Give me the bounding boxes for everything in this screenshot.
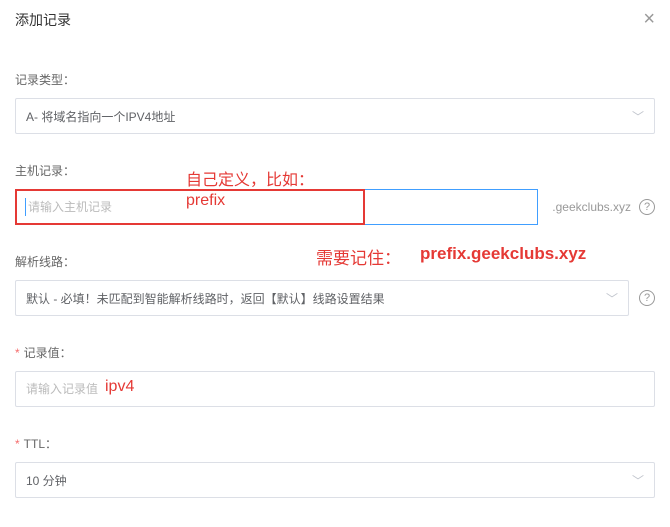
route-label: 解析线路： (15, 253, 655, 270)
record-value-input[interactable] (15, 371, 655, 407)
help-icon[interactable]: ? (639, 199, 655, 215)
chevron-down-icon: ﹀ (632, 472, 644, 489)
ttl-label: TTL： (15, 435, 655, 452)
route-select[interactable]: 默认 - 必填！未匹配到智能解析线路时，返回【默认】线路设置结果 ﹀ (15, 280, 629, 316)
ttl-select[interactable]: 10 分钟 ﹀ (15, 462, 655, 498)
chevron-down-icon: ﹀ (606, 290, 618, 307)
route-row: 默认 - 必填！未匹配到智能解析线路时，返回【默认】线路设置结果 ﹀ ? (15, 280, 655, 316)
dialog-header: 添加记录 × (15, 8, 655, 43)
ttl-value: 10 分钟 (26, 472, 67, 489)
record-type-value: A- 将域名指向一个IPV4地址 (26, 108, 175, 125)
chevron-down-icon: ﹀ (632, 108, 644, 125)
host-record-label: 主机记录： (15, 162, 655, 179)
close-icon[interactable]: × (643, 8, 655, 31)
host-record-row: .geekclubs.xyz ? (15, 189, 655, 225)
record-value-label: 记录值： (15, 344, 655, 361)
host-record-input-wrap (15, 189, 365, 225)
record-value-section: 记录值： (15, 344, 655, 407)
host-record-section: 主机记录： .geekclubs.xyz ? (15, 162, 655, 225)
host-record-input[interactable] (28, 200, 355, 214)
record-type-section: 记录类型： A- 将域名指向一个IPV4地址 ﹀ (15, 71, 655, 134)
host-record-suffix: .geekclubs.xyz (552, 200, 631, 214)
record-type-select[interactable]: A- 将域名指向一个IPV4地址 ﹀ (15, 98, 655, 134)
host-record-extend (365, 189, 538, 225)
help-icon[interactable]: ? (639, 290, 655, 306)
record-type-label: 记录类型： (15, 71, 655, 88)
dialog-title: 添加记录 (15, 10, 71, 30)
route-value: 默认 - 必填！未匹配到智能解析线路时，返回【默认】线路设置结果 (26, 290, 385, 307)
text-cursor (25, 198, 26, 216)
ttl-section: TTL： 10 分钟 ﹀ (15, 435, 655, 498)
route-section: 解析线路： 默认 - 必填！未匹配到智能解析线路时，返回【默认】线路设置结果 ﹀… (15, 253, 655, 316)
